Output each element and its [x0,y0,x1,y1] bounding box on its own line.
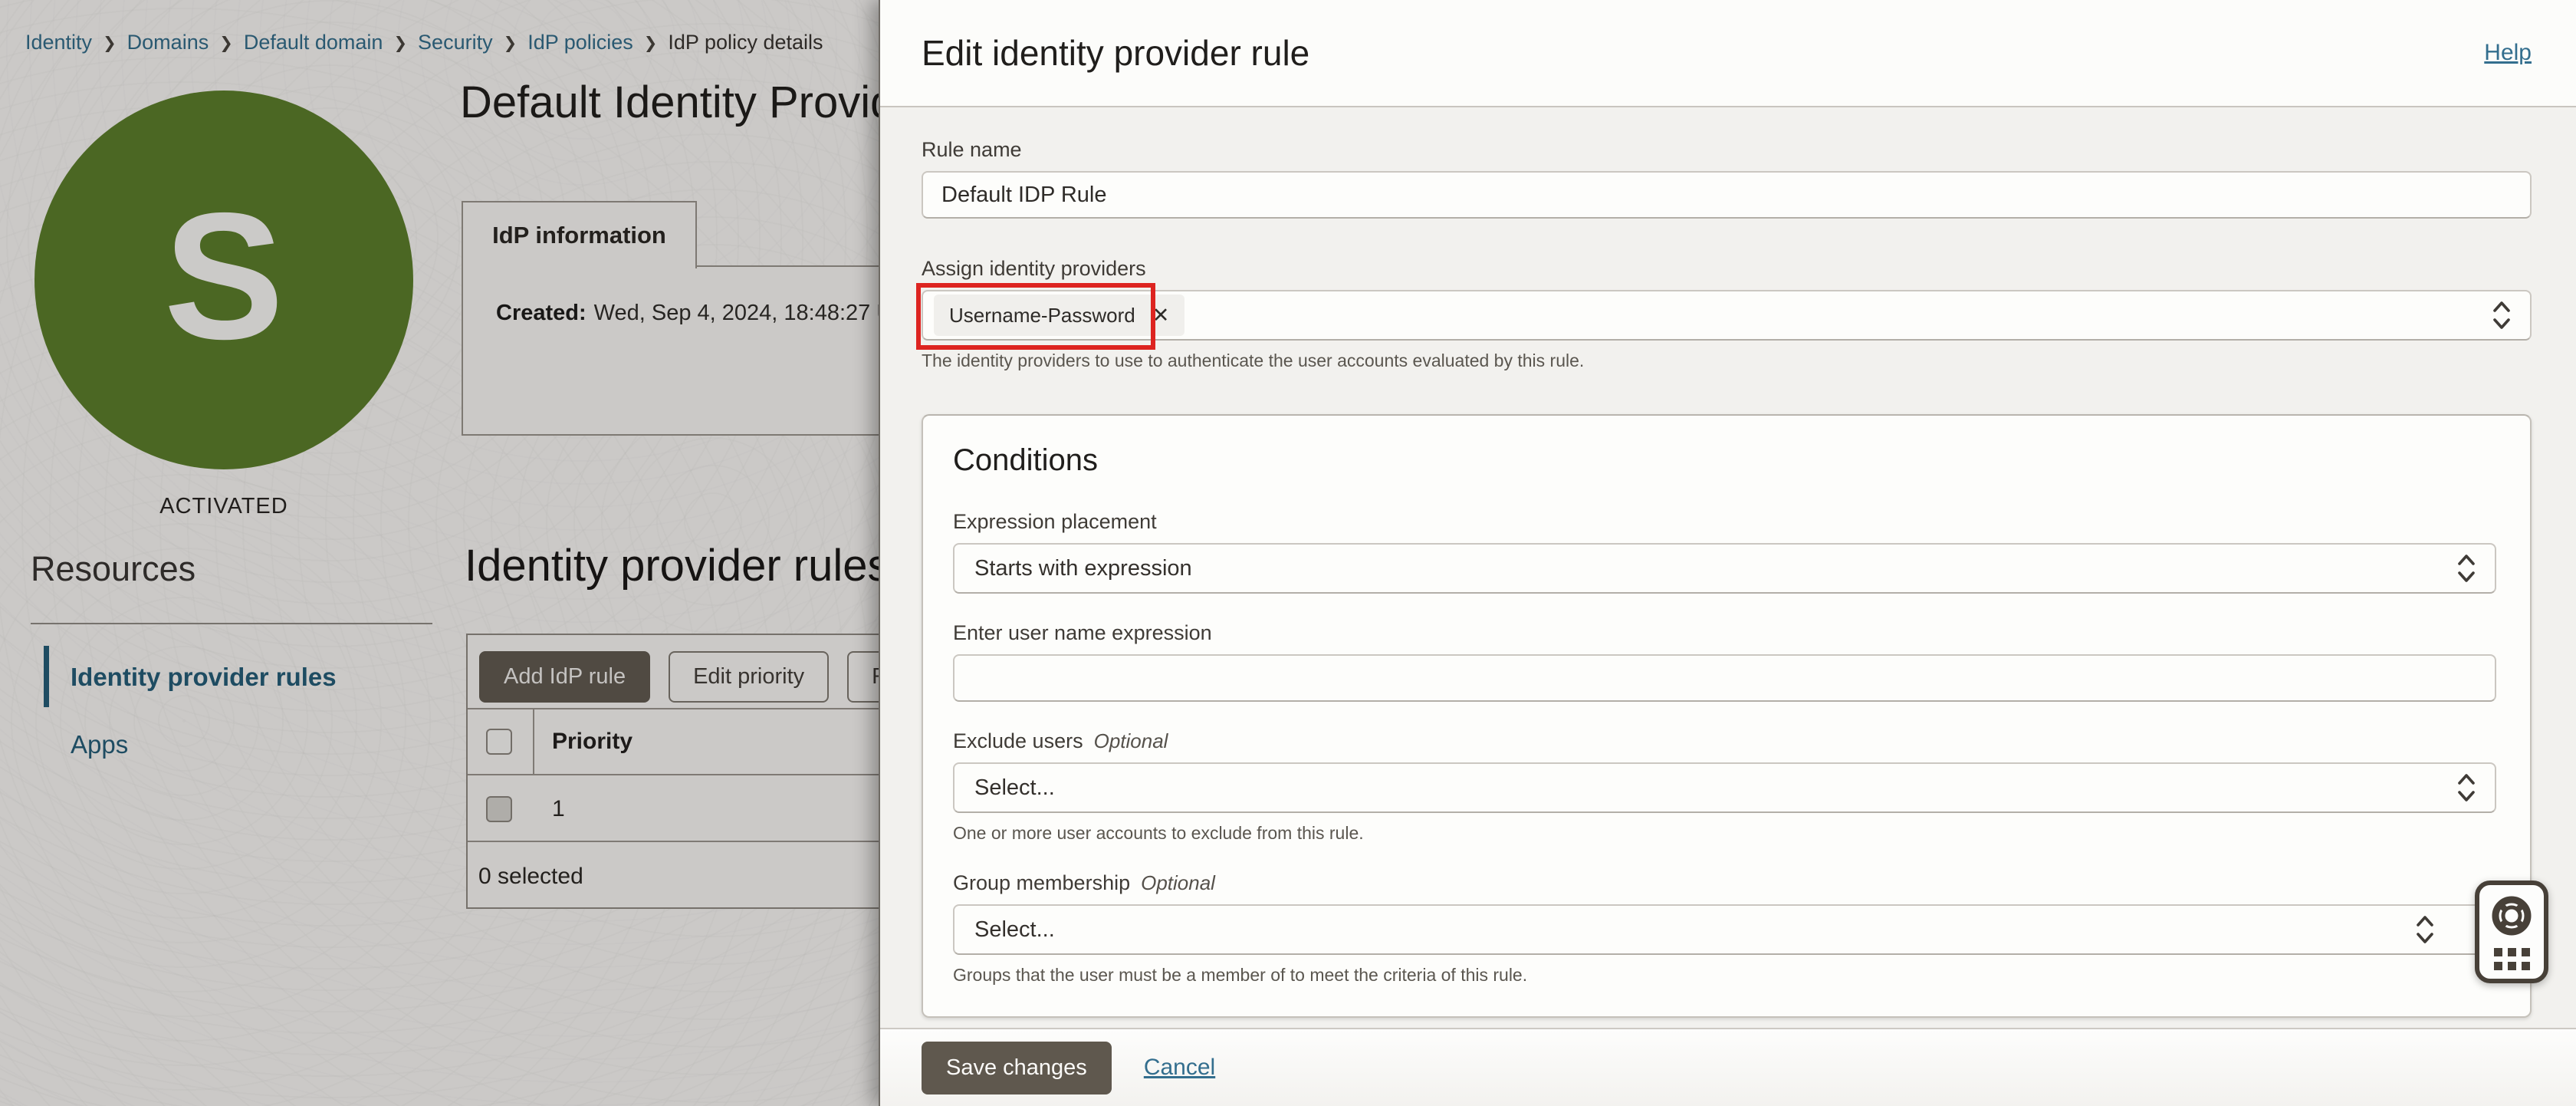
expression-placement-field-group: Expression placement Starts with express… [953,510,2496,594]
assign-idp-select-wrap: Username-Password ✕ [922,290,2532,341]
username-expression-label: Enter user name expression [953,621,1212,645]
dialog-title: Edit identity provider rule [922,32,1309,74]
exclude-users-field-group: Exclude users Optional Select... One or m… [953,729,2496,844]
assign-idp-select[interactable]: Username-Password ✕ [922,290,2532,341]
screen: Identity ❯ Domains ❯ Default domain ❯ Se… [0,0,2576,1106]
cancel-link[interactable]: Cancel [1144,1055,1215,1081]
dialog-header: Edit identity provider rule Help [880,0,2576,107]
username-expression-input[interactable] [953,654,2496,702]
expression-placement-value: Starts with expression [965,556,1192,581]
exclude-users-optional-tag: Optional [1094,729,1168,752]
assistant-widget[interactable] [2475,881,2548,983]
conditions-card: Conditions Expression placement Starts w… [922,414,2532,1018]
group-membership-optional-tag: Optional [1141,871,1215,894]
group-membership-label: Group membership [953,871,1130,895]
dialog-body: Rule name Assign identity providers User… [880,107,2576,1028]
assign-idp-helper-text: The identity providers to use to authent… [922,351,2532,371]
selected-idp-chip: Username-Password ✕ [934,295,1184,336]
exclude-users-placeholder: Select... [965,775,1055,801]
help-link[interactable]: Help [2484,40,2532,66]
chip-label: Username-Password [949,304,1135,328]
rule-name-label: Rule name [922,138,1022,162]
expression-placement-select[interactable]: Starts with expression [953,543,2496,594]
exclude-users-label: Exclude users [953,729,1083,753]
group-membership-field-group: Group membership Optional Select... Group… [953,871,2496,986]
grid-dots-icon [2494,948,2530,970]
assign-idp-label: Assign identity providers [922,257,1146,281]
exclude-users-select[interactable]: Select... [953,762,2496,813]
expression-placement-label: Expression placement [953,510,1157,534]
combobox-stepper-icon [2456,552,2476,584]
group-membership-select[interactable]: Select... [953,904,2496,955]
edit-idp-rule-dialog: Edit identity provider rule Help Rule na… [879,0,2576,1106]
combobox-stepper-icon [2415,913,2435,946]
username-expression-field-group: Enter user name expression [953,621,2496,702]
exclude-users-helper-text: One or more user accounts to exclude fro… [953,823,2496,844]
rule-name-field-group: Rule name [922,138,2532,219]
conditions-heading: Conditions [953,443,2496,478]
assign-idp-field-group: Assign identity providers Username-Passw… [922,257,2532,371]
group-membership-helper-text: Groups that the user must be a member of… [953,965,2496,986]
group-membership-placeholder: Select... [965,917,1055,943]
rule-name-input[interactable] [922,171,2532,219]
save-changes-button[interactable]: Save changes [922,1042,1112,1094]
combobox-stepper-icon [2456,772,2476,804]
chip-remove-icon[interactable]: ✕ [1152,305,1170,326]
life-ring-icon [2489,894,2534,938]
combobox-stepper-icon [2492,299,2512,331]
dialog-footer: Save changes Cancel [880,1028,2576,1106]
